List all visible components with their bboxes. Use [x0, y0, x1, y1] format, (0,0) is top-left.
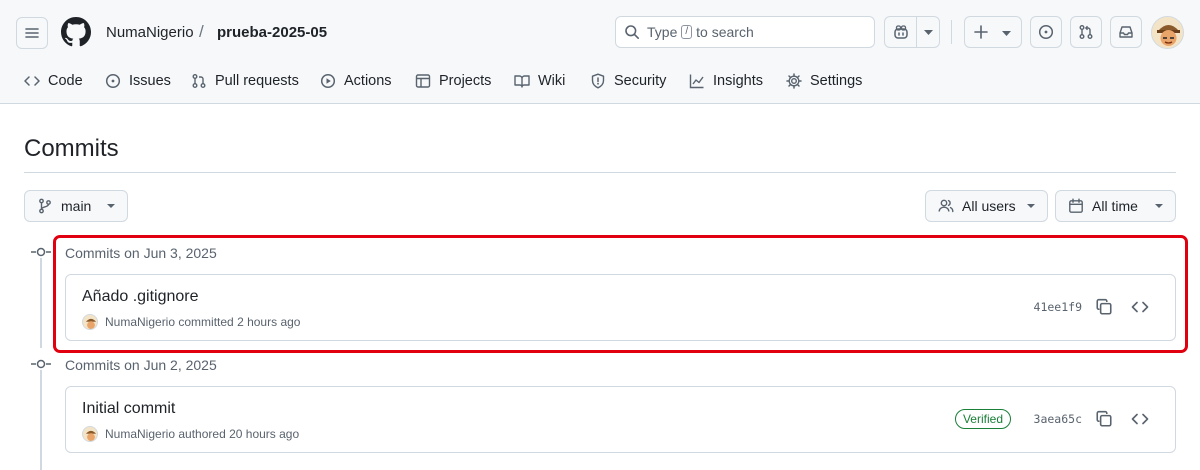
time-filter-button[interactable]: All time — [1055, 190, 1176, 222]
menu-button[interactable] — [16, 17, 48, 49]
repo-name-link[interactable]: prueba-2025-05 — [217, 24, 327, 41]
timeline-line — [40, 258, 42, 348]
your-pull-requests-button[interactable] — [1070, 16, 1102, 48]
commit-sha-link[interactable]: 3aea65c — [1034, 412, 1082, 426]
verified-badge[interactable]: Verified — [954, 409, 1011, 429]
time-filter-label: All time — [1092, 198, 1138, 214]
branch-name: main — [61, 198, 92, 214]
branch-selector-button[interactable]: main — [24, 190, 128, 222]
chevron-down-icon — [1002, 31, 1011, 36]
path-separator: / — [199, 22, 204, 41]
nav-tab-code[interactable]: Code — [24, 66, 83, 96]
nav-tab-label: Actions — [344, 73, 392, 89]
shield-icon — [591, 73, 605, 89]
gear-icon — [786, 73, 802, 89]
your-issues-button[interactable] — [1030, 16, 1062, 48]
nav-tab-issues[interactable]: Issues — [105, 66, 171, 96]
commit-node-icon — [31, 247, 51, 257]
search-input[interactable]: Type / to search — [615, 16, 875, 48]
timeline-line — [40, 370, 42, 470]
chevron-down-icon — [1155, 204, 1163, 208]
nav-tab-label: Pull requests — [215, 73, 299, 89]
play-icon — [320, 73, 336, 89]
code-icon — [24, 76, 40, 86]
nav-tab-label: Settings — [810, 73, 863, 89]
create-new-button[interactable] — [964, 16, 1022, 48]
commit-node-icon — [31, 359, 51, 369]
nav-tab-label: Security — [614, 73, 667, 89]
graph-icon — [689, 74, 704, 89]
repo-owner-link[interactable]: NumaNigerio — [106, 24, 194, 41]
commit-meta: NumaNigerio authored 20 hours ago — [82, 426, 299, 442]
plus-icon — [974, 25, 988, 39]
header-divider — [951, 20, 952, 44]
nav-tab-pull-requests[interactable]: Pull requests — [191, 66, 299, 96]
nav-tab-settings[interactable]: Settings — [786, 66, 862, 96]
chevron-down-icon — [107, 204, 115, 208]
avatar-image-icon — [1152, 17, 1183, 48]
commit-action: authored — [178, 427, 226, 441]
pull-request-icon — [192, 74, 206, 88]
search-icon — [625, 25, 639, 39]
nav-tab-label: Insights — [713, 73, 763, 89]
book-icon — [514, 75, 530, 88]
author-avatar[interactable] — [82, 426, 98, 442]
nav-tab-label: Projects — [439, 73, 492, 89]
nav-tab-label: Wiki — [538, 73, 566, 89]
hamburger-icon — [25, 28, 39, 38]
inbox-button[interactable] — [1110, 16, 1142, 48]
nav-tab-wiki[interactable]: Wiki — [514, 66, 565, 96]
users-filter-label: All users — [962, 198, 1016, 214]
title-divider — [24, 172, 1176, 173]
nav-tab-label: Code — [48, 73, 83, 89]
commit-row: Initial commit NumaNigerio authored 20 h… — [65, 386, 1176, 453]
table-icon — [415, 74, 431, 88]
nav-tab-insights[interactable]: Insights — [689, 66, 763, 96]
page-title: Commits — [24, 135, 119, 162]
copilot-button[interactable] — [884, 16, 940, 48]
highlight-box — [53, 235, 1188, 353]
nav-tab-actions[interactable]: Actions — [320, 66, 392, 96]
search-suffix: to search — [696, 24, 754, 40]
commit-author-link[interactable]: NumaNigerio — [105, 427, 175, 441]
nav-tab-projects[interactable]: Projects — [415, 66, 491, 96]
browse-code-icon[interactable] — [1131, 411, 1149, 427]
nav-tab-security[interactable]: Security — [590, 66, 666, 96]
nav-tab-label: Issues — [129, 73, 171, 89]
avatar-image-icon — [83, 427, 97, 441]
copy-icon[interactable] — [1095, 410, 1113, 428]
chevron-down-icon — [1027, 204, 1035, 208]
user-avatar[interactable] — [1151, 16, 1184, 49]
calendar-icon — [1069, 198, 1083, 213]
github-logo-icon[interactable] — [61, 17, 91, 47]
people-icon — [938, 199, 954, 213]
inbox-icon — [1119, 26, 1133, 38]
search-prefix: Type — [647, 24, 678, 40]
chevron-down-icon — [924, 30, 933, 35]
issue-icon — [1038, 24, 1054, 40]
issue-icon — [105, 73, 121, 89]
pull-request-icon — [1079, 25, 1093, 39]
branch-icon — [39, 198, 51, 214]
commit-title-link[interactable]: Initial commit — [82, 400, 175, 418]
users-filter-button[interactable]: All users — [925, 190, 1048, 222]
commit-group-heading: Commits on Jun 2, 2025 — [65, 357, 217, 373]
copilot-icon — [894, 25, 908, 39]
global-header: NumaNigerio / prueba-2025-05 Type / to s… — [0, 0, 1200, 104]
search-shortcut-key: / — [681, 25, 693, 39]
commit-time: 20 hours ago — [229, 427, 300, 441]
